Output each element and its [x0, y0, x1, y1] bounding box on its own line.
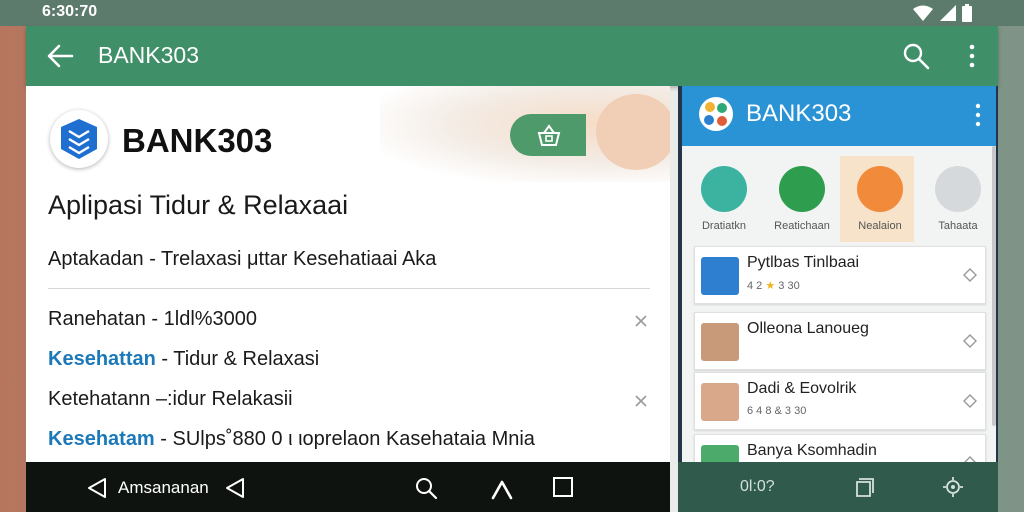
right-app-title: BANK303	[746, 100, 852, 127]
profile-icon	[935, 166, 981, 212]
app-logo-icon	[699, 97, 733, 131]
status-bar: 6:30:70	[0, 0, 1024, 26]
list-card[interactable]: Olleona Lanoueg	[694, 312, 986, 370]
app-bar: BANK303	[26, 26, 998, 86]
category-label: Dratiatkn	[701, 220, 747, 232]
navigation-bar: Amsananan	[26, 462, 670, 512]
basket-icon	[537, 124, 561, 146]
more-options-icon[interactable]	[964, 42, 980, 70]
list-card[interactable]: Pytlbas Tinlbaai 4 2 ★ 3 30	[694, 246, 986, 304]
card-title: Pytlbas Tinlbaai	[747, 254, 860, 271]
app-bar-title: BANK303	[98, 42, 200, 68]
list-item-text: Ranehatan - 1ldl%3000	[48, 308, 258, 330]
back-triangle-icon[interactable]	[224, 476, 246, 500]
nav-label[interactable]: 0l:0?	[740, 478, 775, 496]
back-triangle-icon[interactable]	[86, 476, 108, 500]
relax-icon	[857, 166, 903, 212]
star-icon: ★	[765, 280, 776, 292]
close-icon[interactable]	[634, 314, 648, 328]
card-title: Banya Ksomhadin	[747, 442, 877, 459]
category-label: Reatichaan	[774, 220, 830, 232]
list-item[interactable]: Kesehattan - Tidur & Relaxasi	[48, 348, 319, 371]
hero-action-button[interactable]	[510, 114, 586, 156]
back-arrow-icon[interactable]	[46, 43, 74, 69]
card-meta-text: 4 2	[747, 280, 766, 292]
diamond-icon[interactable]	[963, 268, 977, 282]
pen-icon[interactable]	[490, 476, 514, 500]
category-tab-selected[interactable]: Nealaion	[840, 156, 914, 242]
signal-icon	[940, 5, 956, 21]
right-content: Dratiatkn Reatichaan Nealaion Tahaata Py…	[682, 146, 996, 462]
wifi-icon	[913, 5, 933, 21]
card-title: Dadi & Eovolrik	[747, 380, 857, 397]
list-item-text: - SUlps˚880 0 ι ιoprelaon Kasehataia Mni…	[154, 428, 535, 450]
diamond-icon[interactable]	[963, 394, 977, 408]
category-tab[interactable]: Reatichaan	[762, 156, 836, 242]
status-icons	[912, 4, 972, 22]
status-time: 6:30:70	[42, 3, 98, 20]
moon-icon	[701, 166, 747, 212]
hero-image	[596, 94, 670, 170]
card-meta: 6 4 8 & 3 30	[747, 405, 807, 417]
nav-label[interactable]: Amsananan	[118, 478, 209, 498]
device-screen: BANK303 BANK303 Aplipasi Tidur & Relaxaa…	[26, 26, 998, 512]
recents-square-icon[interactable]	[854, 476, 876, 498]
category-tab[interactable]: Dratiatkn	[684, 156, 758, 242]
card-thumbnail	[701, 445, 739, 462]
search-icon[interactable]	[414, 476, 438, 500]
left-pane: BANK303 Aplipasi Tidur & Relaxaai Aptaka…	[26, 86, 670, 462]
list-card[interactable]: Banya Ksomhadin	[694, 434, 986, 462]
right-navigation-bar: 0l:0?	[678, 462, 998, 512]
list-item[interactable]: Kesehatam - SUlps˚880 0 ι ιoprelaon Kase…	[48, 428, 535, 451]
category-label: Nealaion	[858, 220, 902, 232]
list-card[interactable]: Dadi & Eovolrik 6 4 8 & 3 30	[694, 372, 986, 430]
divider	[48, 288, 650, 289]
card-meta: 4 2 ★ 3 30	[747, 279, 800, 292]
list-item-accent: Kesehattan	[48, 348, 156, 370]
scrollbar[interactable]	[992, 146, 996, 426]
search-icon[interactable]	[902, 42, 930, 70]
category-label: Tahaata	[938, 220, 978, 232]
right-pane: BANK303 Dratiatkn Reatichaan Nealaion Ta…	[678, 86, 998, 512]
card-thumbnail	[701, 323, 739, 361]
card-title: Olleona Lanoueg	[747, 320, 869, 337]
settings-icon[interactable]	[942, 476, 964, 498]
right-app-bar: BANK303	[682, 86, 996, 146]
app-title: Aplipasi Tidur & Relaxaai	[48, 190, 349, 220]
more-options-icon[interactable]	[972, 102, 984, 128]
card-thumbnail	[701, 383, 739, 421]
list-item-text: - Tidur & Relaxasi	[155, 348, 320, 370]
list-item[interactable]: Ranehatan - 1ldl%3000	[48, 308, 257, 331]
recents-square-icon[interactable]	[552, 476, 574, 498]
brand-name: BANK303	[122, 122, 273, 159]
chat-icon	[779, 166, 825, 212]
card-thumbnail	[701, 257, 739, 295]
battery-icon	[962, 4, 972, 22]
close-icon[interactable]	[634, 394, 648, 408]
category-tab[interactable]: Tahaata	[918, 156, 992, 242]
list-item-text: Ketehatann –:idur Relakasii	[48, 388, 293, 410]
list-item[interactable]: Ketehatann –:idur Relakasii	[48, 388, 293, 411]
diamond-icon[interactable]	[963, 334, 977, 348]
app-subtitle: Aptakadan - Trelaxasi μttar Kesehatiaai …	[48, 248, 437, 270]
app-logo	[50, 110, 108, 168]
list-item-accent: Kesehatam	[48, 428, 155, 450]
card-meta-text: 3 30	[775, 280, 800, 292]
bank-logo-icon	[61, 119, 97, 159]
